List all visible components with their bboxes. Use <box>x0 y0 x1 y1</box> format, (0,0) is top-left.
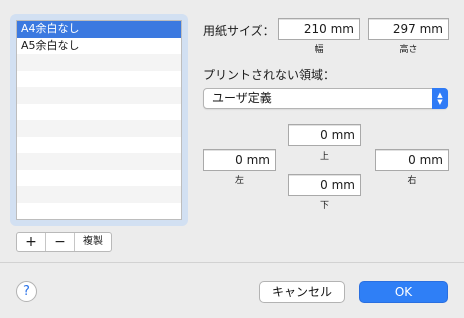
width-caption: 幅 <box>314 45 324 55</box>
top-caption: 上 <box>319 152 329 162</box>
list-item[interactable]: A4余白なし <box>17 21 181 38</box>
left-margin-field[interactable]: 0 mm <box>203 149 276 171</box>
left-caption: 左 <box>234 176 244 186</box>
list-item[interactable]: A5余白なし <box>17 37 181 54</box>
remove-button[interactable]: − <box>46 233 75 251</box>
paper-size-list[interactable]: A4余白なし A5余白なし <box>16 20 182 220</box>
margin-preset-popup[interactable]: ユーザ定義 ▲ ▼ <box>203 88 448 109</box>
empty-list-row <box>17 169 181 186</box>
help-button[interactable]: ? <box>16 281 37 302</box>
right-caption: 右 <box>407 176 417 186</box>
paper-size-label: 用紙サイズ： <box>203 24 275 38</box>
duplicate-button[interactable]: 複製 <box>75 233 111 251</box>
empty-list-row <box>17 136 181 153</box>
empty-list-row <box>17 103 181 120</box>
non-printable-area-label: プリントされない領域： <box>203 68 336 82</box>
bottom-margin-field[interactable]: 0 mm <box>288 174 361 196</box>
footer-divider <box>0 262 464 263</box>
bottom-caption: 下 <box>319 201 329 211</box>
list-controls: + − 複製 <box>16 232 112 252</box>
empty-list-row <box>17 70 181 87</box>
popup-arrows-icon: ▲ ▼ <box>432 88 448 109</box>
paper-size-list-rows: A4余白なし A5余白なし <box>17 21 181 219</box>
paper-size-list-frame: A4余白なし A5余白なし <box>10 14 188 226</box>
top-margin-field[interactable]: 0 mm <box>288 124 361 146</box>
empty-list-row <box>17 202 181 219</box>
height-caption: 高さ <box>399 45 418 55</box>
empty-list-row <box>17 120 181 137</box>
ok-button[interactable]: OK <box>359 281 448 303</box>
empty-list-row <box>17 186 181 203</box>
add-button[interactable]: + <box>17 233 46 251</box>
paper-width-field[interactable]: 210 mm <box>278 18 360 40</box>
paper-height-field[interactable]: 297 mm <box>368 18 449 40</box>
empty-list-row <box>17 87 181 104</box>
popup-selected-value: ユーザ定義 <box>212 91 272 105</box>
right-margin-field[interactable]: 0 mm <box>375 149 449 171</box>
empty-list-row <box>17 153 181 170</box>
empty-list-row <box>17 54 181 71</box>
cancel-button[interactable]: キャンセル <box>259 281 345 303</box>
